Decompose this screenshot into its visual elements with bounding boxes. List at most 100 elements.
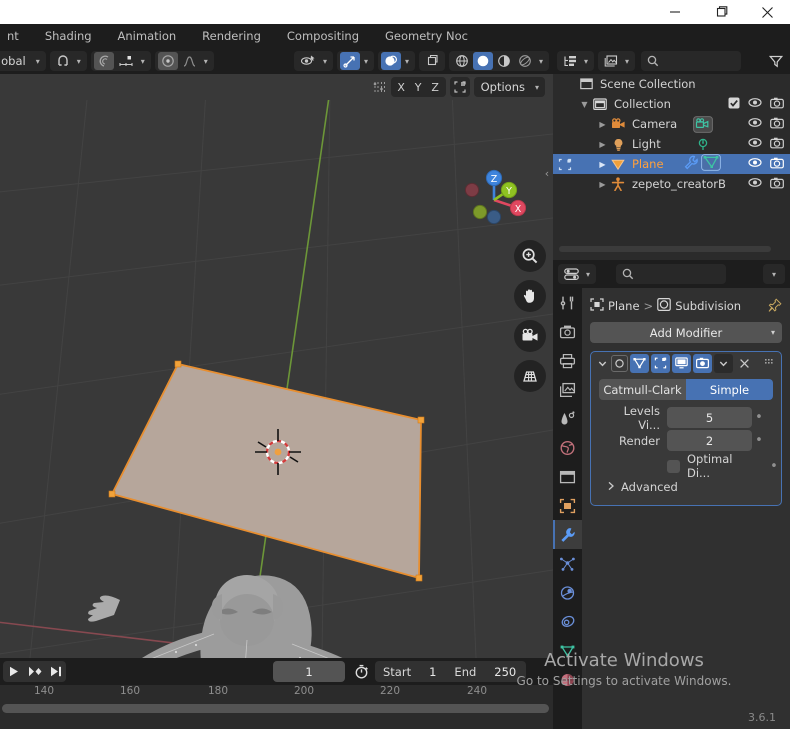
- proportional-edit-group[interactable]: ▾: [90, 51, 151, 71]
- falloff-smooth-icon[interactable]: [157, 52, 178, 70]
- subdivision-type-toggle[interactable]: Catmull-Clark Simple: [599, 379, 773, 400]
- properties-options-dropdown[interactable]: ▾: [762, 264, 785, 284]
- end-value[interactable]: 250: [484, 665, 526, 679]
- modifier-panel-header[interactable]: [591, 352, 781, 374]
- axis-lock-group[interactable]: X Y Z: [390, 77, 446, 97]
- axis-lock-z[interactable]: Z: [427, 78, 444, 96]
- stopwatch-icon[interactable]: [349, 661, 374, 682]
- advanced-section-toggle[interactable]: Advanced: [607, 480, 678, 494]
- subdivision-type-catmull-clark[interactable]: Catmull-Clark: [599, 379, 686, 400]
- pan-hand-icon[interactable]: [514, 280, 546, 312]
- snap-magnet-icon[interactable]: [53, 52, 73, 70]
- gizmo-icon[interactable]: [339, 52, 360, 70]
- xray-icon[interactable]: [422, 52, 442, 70]
- camera-render-icon[interactable]: [770, 117, 784, 132]
- close-icon[interactable]: [735, 354, 754, 373]
- eye-icon[interactable]: [748, 117, 762, 131]
- outliner-display-icon[interactable]: [560, 52, 580, 70]
- xray-group[interactable]: [418, 51, 445, 71]
- timeline-ruler[interactable]: 140 160 180 200 220 240: [0, 685, 553, 705]
- workspace-tab-animation[interactable]: Animation: [105, 24, 190, 48]
- viewlayer-images-icon[interactable]: [601, 52, 621, 70]
- proportional-edit-icon[interactable]: [93, 52, 114, 70]
- shading-material-preview-icon[interactable]: [494, 52, 514, 70]
- render-display-icon[interactable]: [693, 353, 712, 373]
- shading-solid-icon[interactable]: [472, 52, 493, 70]
- proportional-falloff-group[interactable]: ▾: [154, 51, 214, 71]
- outliner-filter-collection-dropdown[interactable]: ▾: [598, 51, 636, 71]
- chevron-down-icon[interactable]: [595, 354, 609, 373]
- sidebar-collapse-icon[interactable]: ‹: [542, 162, 552, 184]
- visibility-group[interactable]: ▾: [293, 51, 333, 71]
- optimal-display-animate-icon[interactable]: •: [767, 459, 781, 474]
- eye-icon[interactable]: [748, 157, 762, 171]
- expander-collection[interactable]: ▼: [578, 94, 591, 114]
- expander-camera[interactable]: ▶: [596, 114, 609, 134]
- wrench-modifier-icon[interactable]: [683, 155, 699, 173]
- current-frame-field[interactable]: 1: [273, 661, 345, 682]
- properties-tab-particles[interactable]: [553, 549, 582, 578]
- eye-icon[interactable]: [748, 97, 762, 111]
- camera-render-icon[interactable]: [770, 97, 784, 112]
- play-icon[interactable]: [3, 661, 24, 682]
- realtime-display-icon[interactable]: [672, 353, 691, 373]
- workspace-tab-shading[interactable]: Shading: [32, 24, 105, 48]
- minimize-icon[interactable]: [652, 0, 698, 24]
- outliner-tree[interactable]: Scene Collection ▼ Collection ▶ Camera ▶…: [553, 74, 790, 242]
- camera-icon[interactable]: [514, 320, 546, 352]
- outliner-horizontal-scrollbar[interactable]: [559, 246, 771, 252]
- properties-tab-constraints[interactable]: [553, 607, 582, 636]
- snap-group[interactable]: ▾: [49, 51, 87, 71]
- properties-tab-tool[interactable]: [553, 288, 582, 317]
- collection-checkbox[interactable]: [728, 97, 740, 112]
- on-cage-icon[interactable]: [630, 353, 649, 373]
- light-data-icon[interactable]: [693, 136, 713, 153]
- shading-rendered-icon[interactable]: [515, 52, 535, 70]
- optimal-display-checkbox[interactable]: [667, 459, 680, 473]
- outliner-row-zepeto-creator[interactable]: ▶ zepeto_creatorB: [553, 174, 790, 194]
- filter-icon[interactable]: [766, 55, 786, 68]
- overlays-icon[interactable]: [380, 52, 401, 70]
- frame-range-controls[interactable]: Start 1 End 250: [375, 661, 527, 682]
- transform-orientation-dropdown[interactable]: Global ▾: [0, 51, 46, 71]
- falloff-curve-icon[interactable]: [179, 52, 200, 70]
- camera-data-icon[interactable]: [693, 115, 713, 133]
- properties-tab-render[interactable]: [553, 317, 582, 346]
- 3d-viewport[interactable]: Global ▾ ▾ ▾: [0, 48, 553, 658]
- workspace-tab-geometry-nodes[interactable]: Geometry Noc: [372, 24, 481, 48]
- close-icon[interactable]: [744, 0, 790, 24]
- properties-editor[interactable]: ▾ ▾ Plane > Subdivision Add Modifier ▾ C…: [553, 260, 790, 729]
- properties-tab-scene[interactable]: [553, 404, 582, 433]
- gizmo-group[interactable]: ▾: [336, 51, 374, 71]
- shading-mode-group[interactable]: ▾: [448, 51, 549, 71]
- grid-icon[interactable]: [514, 360, 546, 392]
- properties-tab-world[interactable]: [553, 433, 582, 462]
- properties-panel-body[interactable]: Plane > Subdivision Add Modifier ▾ Catmu…: [582, 288, 790, 729]
- restrict-select-icon[interactable]: [556, 158, 573, 171]
- outliner-editor[interactable]: ▾ ▾ Scene Collection ▼ Collection ▶ Came…: [553, 48, 790, 260]
- levels-viewport-animate-icon[interactable]: •: [752, 410, 766, 425]
- outliner-display-mode-dropdown[interactable]: ▾: [557, 51, 595, 71]
- properties-tab-collection[interactable]: [553, 462, 582, 491]
- eye-icon[interactable]: [748, 137, 762, 151]
- eye-icon[interactable]: [748, 177, 762, 191]
- properties-tab-view-layer[interactable]: [553, 375, 582, 404]
- properties-tab-object[interactable]: [553, 491, 582, 520]
- camera-render-icon[interactable]: [770, 177, 784, 192]
- outliner-row-plane[interactable]: ▶ Plane: [553, 154, 790, 174]
- camera-render-icon[interactable]: [770, 137, 784, 152]
- outliner-row-camera[interactable]: ▶ Camera: [553, 114, 790, 134]
- axis-lock-y[interactable]: Y: [410, 78, 427, 96]
- drag-dots-icon[interactable]: [764, 356, 777, 370]
- visibility-selectability-icon[interactable]: [297, 52, 319, 70]
- jump-keyframe-icon[interactable]: [24, 661, 45, 682]
- mesh-data-icon[interactable]: [701, 154, 721, 174]
- levels-render-animate-icon[interactable]: •: [752, 433, 766, 448]
- properties-search-input[interactable]: [616, 264, 726, 284]
- axis-lock-x[interactable]: X: [393, 78, 410, 96]
- modifier-panel-subdivision[interactable]: Catmull-Clark Simple Levels Vi... 5 • Re…: [590, 351, 782, 506]
- zoom-icon[interactable]: [514, 240, 546, 272]
- snap-vertex-icon[interactable]: [369, 77, 391, 97]
- outliner-row-scene-collection[interactable]: Scene Collection: [553, 74, 790, 94]
- breadcrumb-modifier-name[interactable]: Subdivision: [675, 299, 741, 313]
